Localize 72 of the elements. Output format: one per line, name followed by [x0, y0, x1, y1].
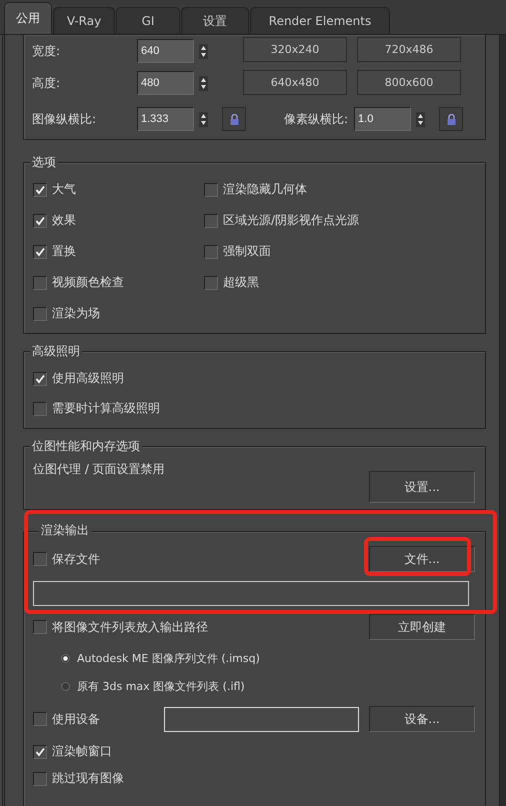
tab[interactable]: V-Ray — [53, 7, 115, 34]
info-text: 位图代理 / 页面设置禁用 — [33, 461, 165, 478]
checkbox-label: 跳过现有图像 — [52, 770, 124, 787]
group-title: 位图性能和内存选项 — [30, 438, 142, 455]
checkbox-label: 视频颜色检查 — [52, 274, 124, 291]
checkbox-label: 超级黑 — [223, 274, 259, 291]
radio-label: 原有 3ds max 图像文件列表 (.ifl) — [77, 678, 245, 694]
number-field[interactable]: 1.0 — [354, 107, 412, 131]
spinner-arrows-icon[interactable] — [199, 44, 208, 58]
checkbox[interactable] — [33, 276, 47, 290]
checkbox[interactable] — [204, 214, 218, 228]
checkbox[interactable] — [33, 372, 47, 386]
checkbox[interactable] — [33, 772, 47, 786]
lock-button[interactable] — [222, 107, 246, 131]
settings-button[interactable]: 设置... — [369, 471, 475, 503]
checkbox-label: 渲染为场 — [52, 305, 100, 322]
preset-button[interactable]: 800x600 — [357, 70, 461, 94]
tab[interactable]: GI — [116, 7, 180, 34]
checkbox-label: 渲染帧窗口 — [52, 743, 112, 760]
checkbox-label: 强制双面 — [223, 243, 271, 260]
field-label: 宽度: — [32, 42, 62, 60]
checkbox[interactable] — [204, 182, 218, 196]
checkbox-label: 渲染隐藏几何体 — [223, 181, 307, 198]
lock-button[interactable] — [439, 107, 464, 131]
preset-button[interactable]: 640x480 — [243, 70, 347, 94]
field-label: 高度: — [32, 74, 62, 92]
checkbox[interactable] — [33, 182, 47, 196]
checkbox[interactable] — [33, 214, 47, 228]
file-button[interactable]: 文件... — [369, 546, 475, 572]
checkbox-label: 将图像文件列表放入输出路径 — [52, 618, 208, 636]
checkbox-label: 区域光源/阴影视作点光源 — [223, 212, 360, 229]
checkbox[interactable] — [33, 402, 47, 416]
path-field[interactable] — [33, 581, 469, 606]
group-title: 选项 — [30, 154, 58, 171]
device-field[interactable] — [164, 706, 358, 732]
preset-button[interactable]: 320x240 — [243, 37, 347, 62]
tab[interactable]: 设置 — [181, 7, 249, 34]
device-button[interactable]: 设备... — [369, 706, 475, 732]
group-title: 高级照明 — [30, 343, 82, 360]
checkbox[interactable] — [33, 244, 47, 258]
checkbox-label: 效果 — [52, 212, 76, 229]
checkbox[interactable] — [204, 276, 218, 290]
radio-button[interactable] — [61, 682, 70, 690]
checkbox[interactable] — [33, 620, 47, 634]
group-title: 渲染输出 — [39, 522, 91, 539]
checkbox[interactable] — [33, 744, 47, 758]
tab[interactable]: Render Elements — [250, 7, 390, 34]
spinner-arrows-icon[interactable] — [199, 76, 208, 90]
checkbox-label: 大气 — [52, 181, 76, 198]
tab[interactable]: 公用 — [4, 2, 52, 34]
checkbox[interactable] — [33, 306, 47, 320]
checkbox-label: 使用设备 — [52, 710, 100, 728]
checkbox[interactable] — [33, 712, 47, 726]
radio-button[interactable] — [61, 654, 70, 662]
checkbox[interactable] — [204, 244, 218, 258]
number-field[interactable]: 640 — [137, 39, 194, 63]
radio-label: Autodesk ME 图像序列文件 (.imsq) — [77, 650, 260, 666]
field-label: 图像纵横比: — [32, 110, 98, 128]
create-now-button[interactable]: 立即创建 — [369, 614, 475, 640]
padlock-icon — [446, 114, 456, 124]
checkbox-label: 需要时计算高级照明 — [52, 400, 160, 417]
field-label: 像素纵横比: — [284, 110, 348, 128]
padlock-icon — [230, 114, 238, 124]
spinner-arrows-icon[interactable] — [199, 112, 208, 126]
spinner-arrows-icon[interactable] — [416, 112, 426, 126]
number-field[interactable]: 1.333 — [137, 107, 194, 131]
checkbox[interactable] — [33, 552, 47, 566]
preset-button[interactable]: 720x486 — [357, 37, 461, 62]
checkbox-label: 保存文件 — [52, 550, 100, 568]
checkbox-label: 置换 — [52, 243, 76, 260]
number-field[interactable]: 480 — [137, 71, 194, 95]
checkbox-label: 使用高级照明 — [52, 370, 124, 387]
